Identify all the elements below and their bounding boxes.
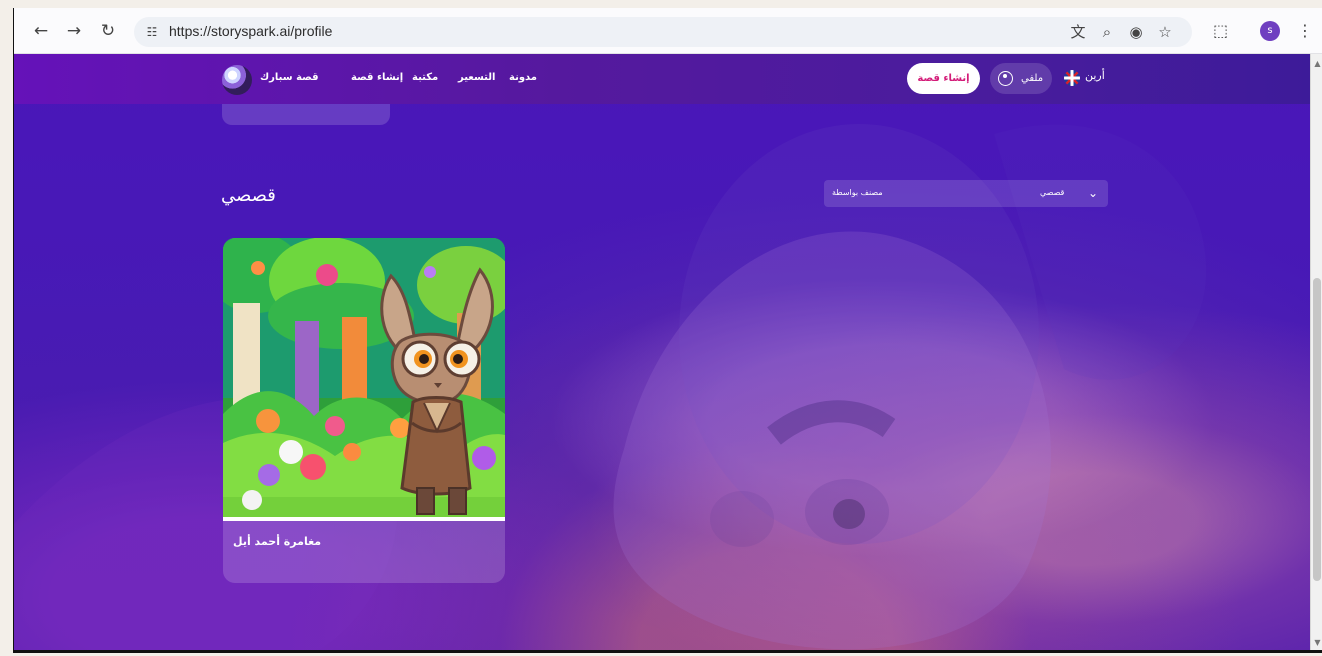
scroll-up-icon[interactable]: ▲ [1313,59,1322,68]
nav-blog[interactable]: مدونة [509,72,537,83]
address-bar[interactable]: ☷ https://storyspark.ai/profile 文 ⌕ ◉ ☆ [134,17,1192,47]
scrollbar-thumb[interactable] [1313,278,1321,581]
story-spark-logo[interactable] [222,65,252,95]
site-navigation-bar: قصة سبارك إنشاء قصة مكتبة التسعير مدونة … [14,54,1310,104]
browser-window: ← → ↻ ☷ https://storyspark.ai/profile 文 … [13,8,1322,653]
story-thumbnail[interactable] [223,238,505,521]
scroll-down-icon[interactable]: ▼ [1313,638,1322,647]
back-arrow-icon[interactable]: ← [30,20,52,42]
profile-label: ملفي [1021,73,1044,84]
profile-icon [998,71,1013,86]
sort-label: مصنف بواسطة [832,188,883,197]
nav-library[interactable]: مكتبة [412,72,438,83]
url-text[interactable]: https://storyspark.ai/profile [169,23,332,39]
more-icon[interactable]: ⋮ [1297,21,1313,40]
sort-selector[interactable]: مصنف بواسطة قصصي ⌄ [824,180,1108,207]
site-settings-icon[interactable]: ☷ [142,22,162,42]
previous-card-edge [222,104,390,125]
eye-off-icon[interactable]: ◉ [1126,22,1146,42]
create-story-button[interactable]: إنشاء قصة [907,63,980,94]
nav-create-story[interactable]: إنشاء قصة [351,72,403,83]
chevron-down-icon: ⌄ [1088,186,1099,200]
page-scrollbar[interactable]: ▲ ▼ [1310,54,1322,650]
uk-flag-icon[interactable] [1064,70,1080,86]
puzzle-icon[interactable]: ⬚ [1213,21,1228,40]
page-content: قصة سبارك إنشاء قصة مكتبة التسعير مدونة … [14,54,1310,650]
brand-name[interactable]: قصة سبارك [260,72,319,83]
story-title[interactable]: مغامرة أحمد أيل [233,535,321,548]
background-character-illustration [14,124,1207,650]
desktop-frame: ← → ↻ ☷ https://storyspark.ai/profile 文 … [0,0,1322,656]
language-selector[interactable]: أرين [1085,69,1105,82]
sort-value: قصصي [1040,188,1065,197]
forward-arrow-icon[interactable]: → [63,20,85,42]
reload-icon[interactable]: ↻ [97,20,119,42]
star-icon[interactable]: ☆ [1155,22,1175,42]
nav-pricing[interactable]: التسعير [458,72,495,83]
page-title: قصصي [221,185,276,206]
browser-profile-avatar[interactable]: s [1260,21,1280,41]
profile-button[interactable]: ملفي [990,63,1052,94]
zoom-icon[interactable]: ⌕ [1097,22,1117,42]
translate-icon[interactable]: 文 [1068,22,1088,42]
story-card[interactable]: مغامرة أحمد أيل [223,238,505,583]
browser-toolbar: ← → ↻ ☷ https://storyspark.ai/profile 文 … [14,8,1322,54]
